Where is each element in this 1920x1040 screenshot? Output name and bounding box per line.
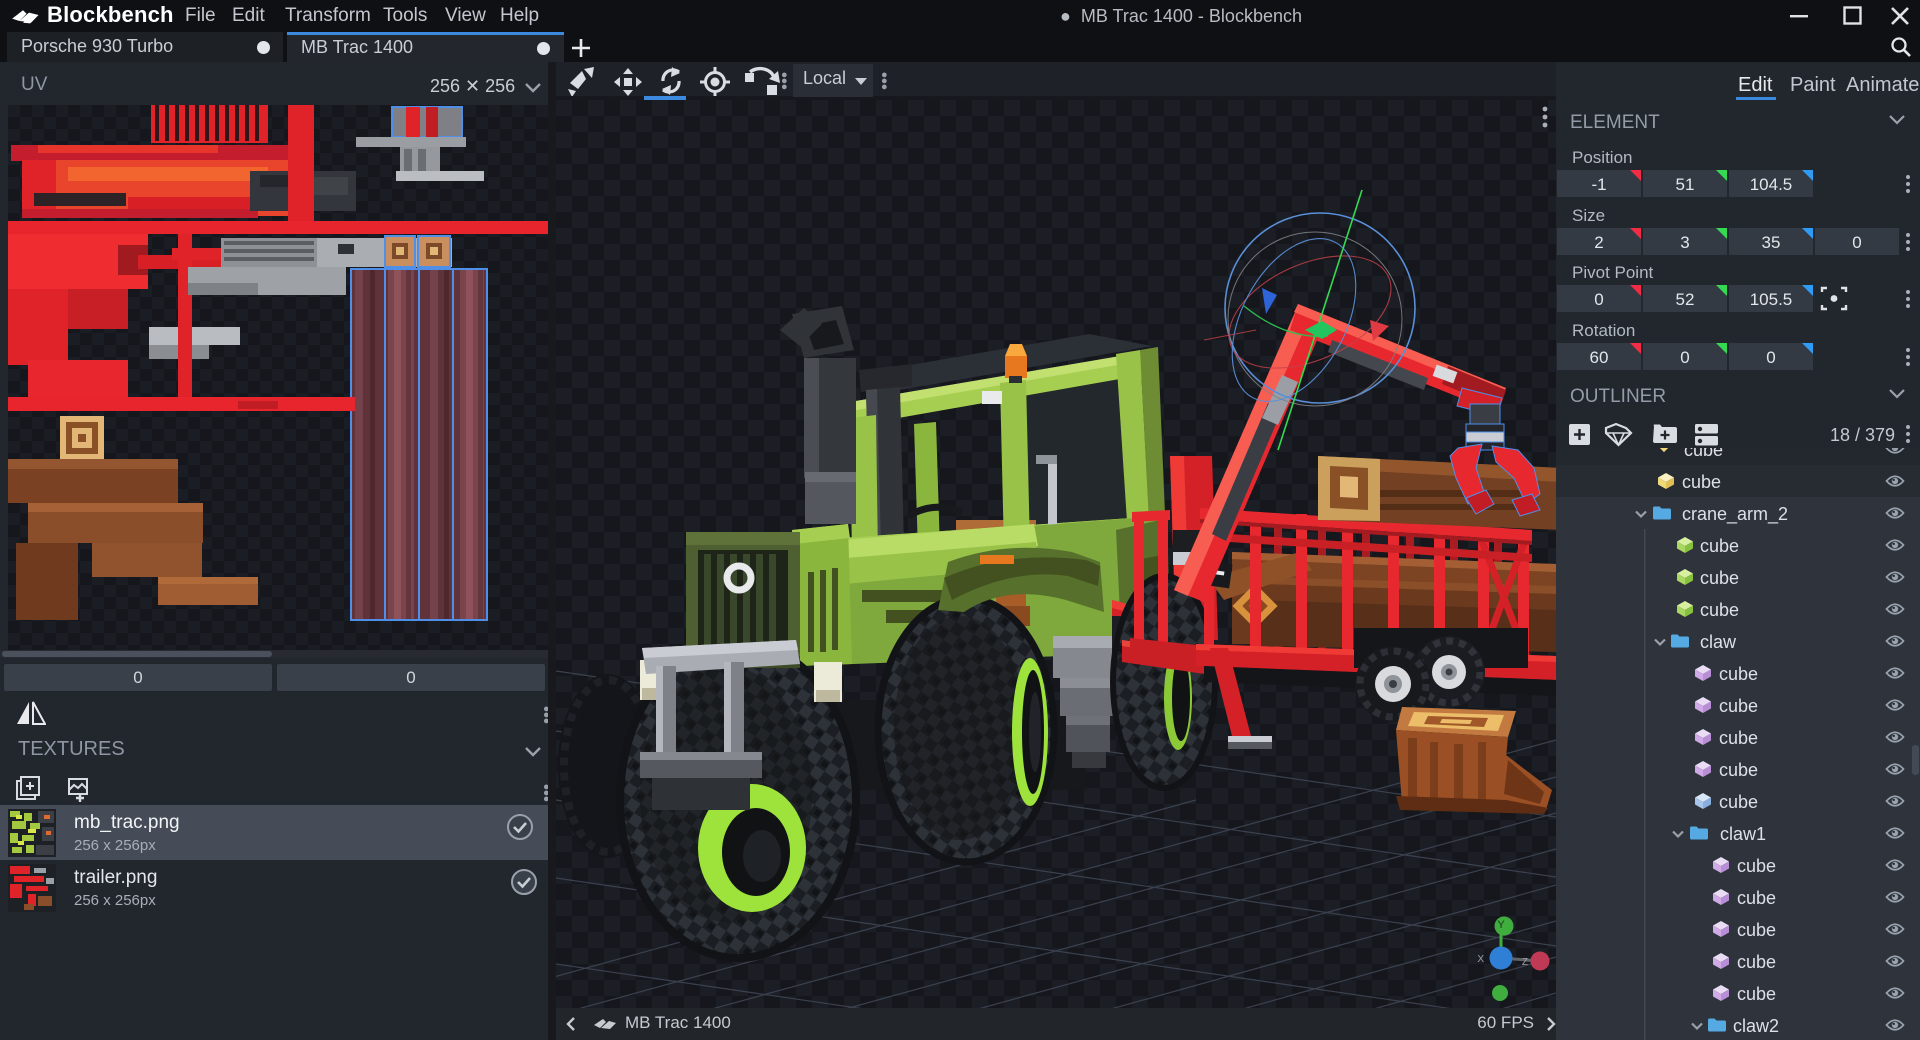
svg-text:cube: cube [1737,856,1776,876]
svg-text:cube: cube [1737,888,1776,908]
svg-text:0: 0 [1680,348,1689,367]
svg-text:crane_arm_2: crane_arm_2 [1682,504,1788,525]
svg-text:18 / 379: 18 / 379 [1830,425,1895,445]
svg-text:cube: cube [1682,472,1721,492]
svg-text:cube: cube [1719,664,1758,684]
svg-text:cube: cube [1700,536,1739,556]
svg-text:Paint: Paint [1790,74,1836,96]
svg-text:claw: claw [1700,632,1737,652]
svg-text:cube: cube [1719,792,1758,812]
svg-text:Pivot Point: Pivot Point [1572,263,1654,282]
svg-text:3: 3 [1680,233,1689,252]
svg-text:cube: cube [1719,760,1758,780]
svg-text:Edit: Edit [1738,74,1773,96]
svg-text:51: 51 [1676,175,1695,194]
svg-text:0: 0 [1852,233,1861,252]
svg-text:cube: cube [1737,920,1776,940]
svg-text:2: 2 [1594,233,1603,252]
svg-text:0: 0 [1594,290,1603,309]
svg-text:cube: cube [1737,952,1776,972]
svg-text:cube: cube [1737,984,1776,1004]
svg-text:ELEMENT: ELEMENT [1570,112,1660,133]
svg-text:cube: cube [1719,728,1758,748]
svg-text:Animate: Animate [1846,74,1919,96]
svg-text:Size: Size [1572,206,1605,225]
svg-text:claw2: claw2 [1733,1016,1779,1036]
svg-text:X: X [1477,954,1484,965]
svg-text:35: 35 [1762,233,1781,252]
svg-text:cube: cube [1700,568,1739,588]
svg-text:Position: Position [1572,148,1632,167]
svg-text:-1: -1 [1591,175,1606,194]
svg-text:60: 60 [1590,348,1609,367]
svg-text:Y: Y [1497,919,1505,931]
svg-text:52: 52 [1676,290,1695,309]
svg-text:claw1: claw1 [1720,824,1766,844]
svg-text:OUTLINER: OUTLINER [1570,386,1666,407]
svg-text:105.5: 105.5 [1750,290,1793,309]
svg-text:cube: cube [1719,696,1758,716]
svg-text:cube: cube [1700,600,1739,620]
svg-text:Z: Z [1522,957,1528,968]
svg-text:0: 0 [1766,348,1775,367]
svg-text:104.5: 104.5 [1750,175,1793,194]
svg-text:Rotation: Rotation [1572,321,1635,340]
